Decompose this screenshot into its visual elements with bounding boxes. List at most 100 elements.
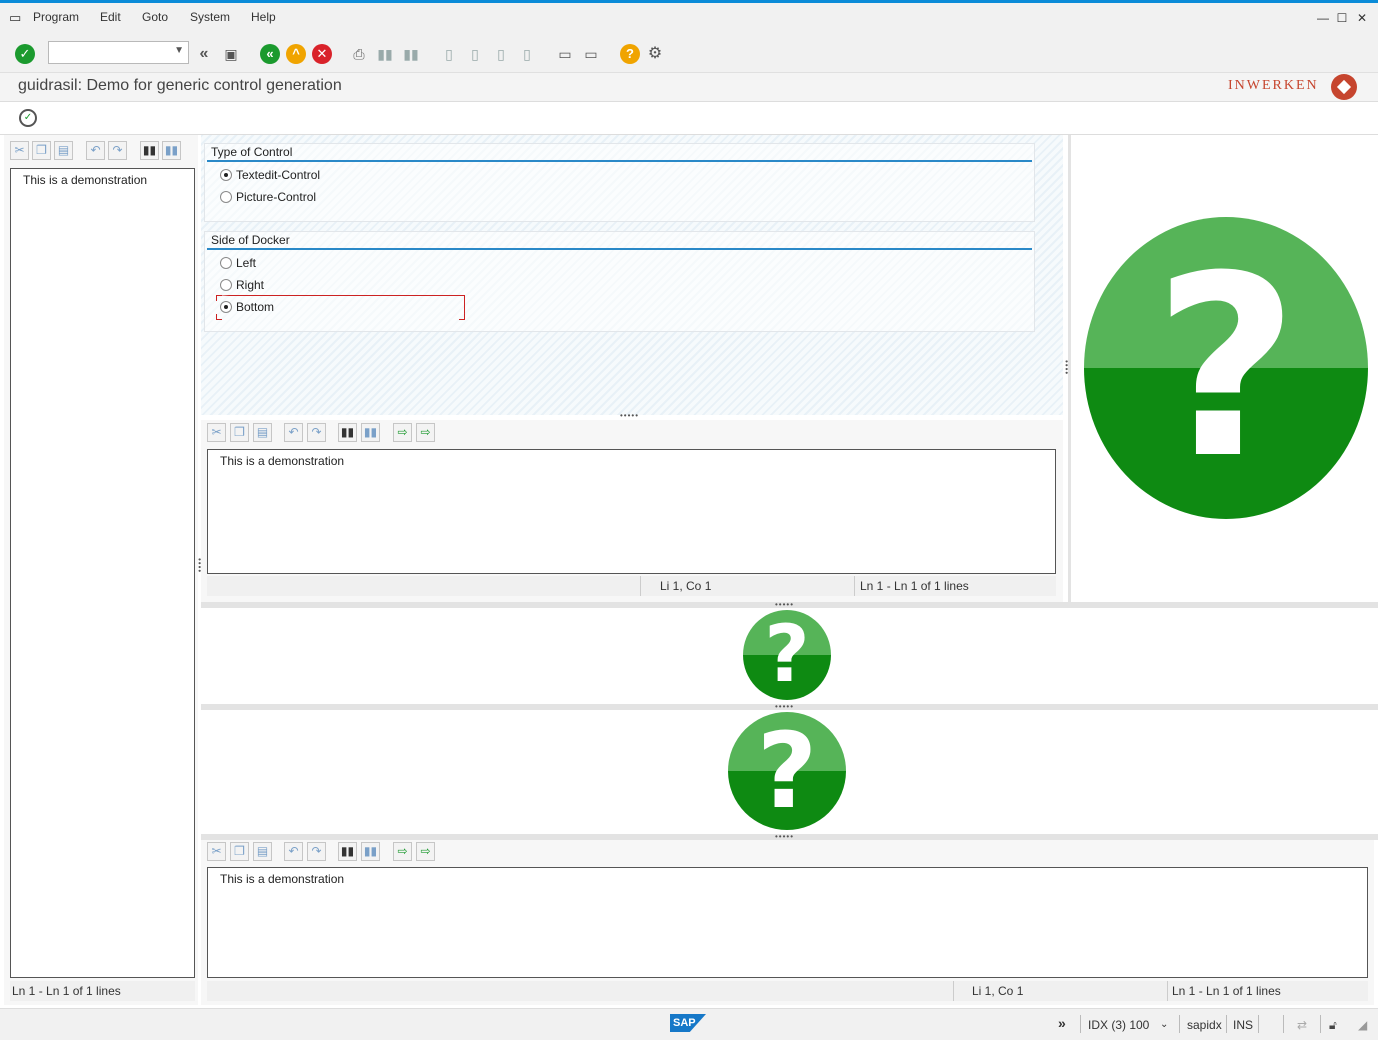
copy-icon[interactable]: ❐ [32, 141, 51, 160]
insert-mode[interactable]: INS [1233, 1018, 1253, 1032]
menu-bar: ▭ Program Edit Goto System Help — ☐ ✕ [0, 3, 1378, 33]
cut-icon[interactable]: ✂ [10, 141, 29, 160]
maximize-button[interactable]: ☐ [1335, 11, 1349, 25]
check-icon[interactable]: ✓ [15, 44, 35, 64]
command-field[interactable]: ▼ [48, 41, 189, 64]
find-icon[interactable]: ▮▮ [140, 141, 159, 160]
cut-icon[interactable]: ✂ [207, 842, 226, 861]
minimize-button[interactable]: — [1316, 11, 1330, 25]
gear-icon[interactable]: ⚙ [646, 45, 664, 63]
copy-icon[interactable]: ❐ [230, 423, 249, 442]
undo-icon[interactable]: ↶ [284, 423, 303, 442]
print-icon[interactable]: ⎙ [350, 45, 368, 63]
middle-editor-status: Li 1, Co 1 Ln 1 - Ln 1 of 1 lines [207, 576, 1056, 596]
save-file-icon[interactable]: ⇨ [416, 423, 435, 442]
previous-page-icon[interactable]: ▯ [466, 45, 484, 63]
connection-icon: ⇄ [1297, 1018, 1308, 1032]
paste-icon[interactable]: ▤ [253, 842, 272, 861]
radio-left[interactable] [220, 257, 232, 269]
copy-icon[interactable]: ❐ [230, 842, 249, 861]
save-file-icon[interactable]: ⇨ [416, 842, 435, 861]
radio-label: Bottom [236, 300, 275, 314]
editor-text: This is a demonstration [220, 454, 345, 468]
back-icon[interactable]: « [260, 44, 280, 64]
load-file-icon[interactable]: ⇨ [393, 423, 412, 442]
chevron-down-icon[interactable]: ⌄ [1160, 1019, 1168, 1030]
radio-label: Picture-Control [236, 190, 317, 204]
docker-side-group: Side of Docker Left Right Bottom [204, 231, 1035, 332]
cursor-position: Li 1, Co 1 [972, 984, 1024, 998]
title-bar: guidrasil: Demo for generic control gene… [0, 73, 1378, 101]
server-name: sapidx [1187, 1018, 1222, 1032]
find-icon[interactable]: ▮▮ [338, 423, 357, 442]
group-divider [207, 248, 1032, 250]
redo-icon[interactable]: ↷ [307, 842, 326, 861]
first-page-icon[interactable]: ▯ [440, 45, 458, 63]
left-editor-status: Ln 1 - Ln 1 of 1 lines [10, 981, 195, 1001]
control-type-group: Type of Control Textedit-Control Picture… [204, 143, 1035, 222]
redo-icon[interactable]: ↷ [108, 141, 127, 160]
question-mark-icon: ? [728, 712, 846, 830]
new-session-icon[interactable]: ▭ [556, 45, 574, 63]
question-mark-icon: ? [1084, 217, 1368, 519]
chevron-down-icon[interactable]: ▼ [174, 45, 184, 56]
load-file-icon[interactable]: ⇨ [393, 842, 412, 861]
paste-icon[interactable]: ▤ [253, 423, 272, 442]
page-title: guidrasil: Demo for generic control gene… [18, 77, 342, 94]
menu-icon[interactable]: ▭ [9, 10, 21, 26]
sap-logo: SAP [670, 1014, 706, 1032]
find-next-icon[interactable]: ▮▮ [361, 423, 380, 442]
radio-textedit-control[interactable] [220, 169, 232, 181]
find-next-icon[interactable]: ▮▮ [162, 141, 181, 160]
status-bar: SAP » IDX (3) 100 ⌄ sapidx INS ⇄ 🔓︎ ◢ [0, 1008, 1378, 1040]
find-icon[interactable]: ▮▮ [376, 45, 394, 63]
middle-editor-pane: ✂ ❐ ▤ ↶ ↷ ▮▮ ▮▮ ⇨ ⇨ This is a demonstrat… [201, 420, 1063, 602]
radio-label: Left [236, 256, 257, 270]
radio-bottom[interactable] [220, 301, 232, 313]
expand-icon[interactable]: » [1058, 1015, 1066, 1031]
radio-label: Textedit-Control [236, 168, 321, 182]
resize-grip-icon[interactable]: ◢ [1358, 1018, 1367, 1032]
question-mark-icon: ? [743, 610, 831, 700]
find-next-icon[interactable]: ▮▮ [361, 842, 380, 861]
settings-pane: Type of Control Textedit-Control Picture… [201, 135, 1063, 415]
save-icon[interactable]: ▣ [222, 45, 240, 63]
menu-edit[interactable]: Edit [100, 10, 121, 24]
next-page-icon[interactable]: ▯ [492, 45, 510, 63]
radio-label: Right [236, 278, 265, 292]
left-editor-pane: ✂ ❐ ▤ ↶ ↷ ▮▮ ▮▮ This is a demonstration … [4, 135, 198, 1005]
undo-icon[interactable]: ↶ [86, 141, 105, 160]
radio-right[interactable] [220, 279, 232, 291]
exit-icon[interactable]: ^ [286, 44, 306, 64]
cancel-icon[interactable]: ✕ [312, 44, 332, 64]
lock-icon[interactable]: 🔓︎ [1329, 1018, 1337, 1033]
find-icon[interactable]: ▮▮ [338, 842, 357, 861]
redo-icon[interactable]: ↷ [307, 423, 326, 442]
menu-help[interactable]: Help [251, 10, 276, 24]
left-text-editor[interactable]: This is a demonstration [10, 168, 195, 978]
undo-icon[interactable]: ↶ [284, 842, 303, 861]
application-toolbar: ✓ [0, 101, 1378, 135]
menu-system[interactable]: System [190, 10, 230, 24]
picture-strip-bottom: ? [201, 710, 1378, 834]
help-icon[interactable]: ? [620, 44, 640, 64]
line-status: Ln 1 - Ln 1 of 1 lines [860, 579, 969, 593]
radio-picture-control[interactable] [220, 191, 232, 203]
horizontal-splitter[interactable]: ••••• [620, 411, 639, 420]
brand-logo-icon [1331, 74, 1357, 100]
brand-logo-text: INWERKEN [1228, 78, 1319, 93]
close-window-button[interactable]: ✕ [1355, 11, 1369, 25]
collapse-icon[interactable]: « [195, 45, 213, 63]
line-status: Ln 1 - Ln 1 of 1 lines [12, 984, 121, 998]
menu-program[interactable]: Program [33, 10, 79, 24]
paste-icon[interactable]: ▤ [54, 141, 73, 160]
middle-text-editor[interactable]: This is a demonstration [207, 449, 1056, 574]
cut-icon[interactable]: ✂ [207, 423, 226, 442]
shortcut-icon[interactable]: ▭ [582, 45, 600, 63]
menu-goto[interactable]: Goto [142, 10, 168, 24]
find-next-icon[interactable]: ▮▮ [402, 45, 420, 63]
bottom-text-editor[interactable]: This is a demonstration [207, 867, 1368, 978]
execute-icon[interactable]: ✓ [19, 109, 37, 127]
last-page-icon[interactable]: ▯ [518, 45, 536, 63]
system-info[interactable]: IDX (3) 100 [1088, 1018, 1149, 1032]
